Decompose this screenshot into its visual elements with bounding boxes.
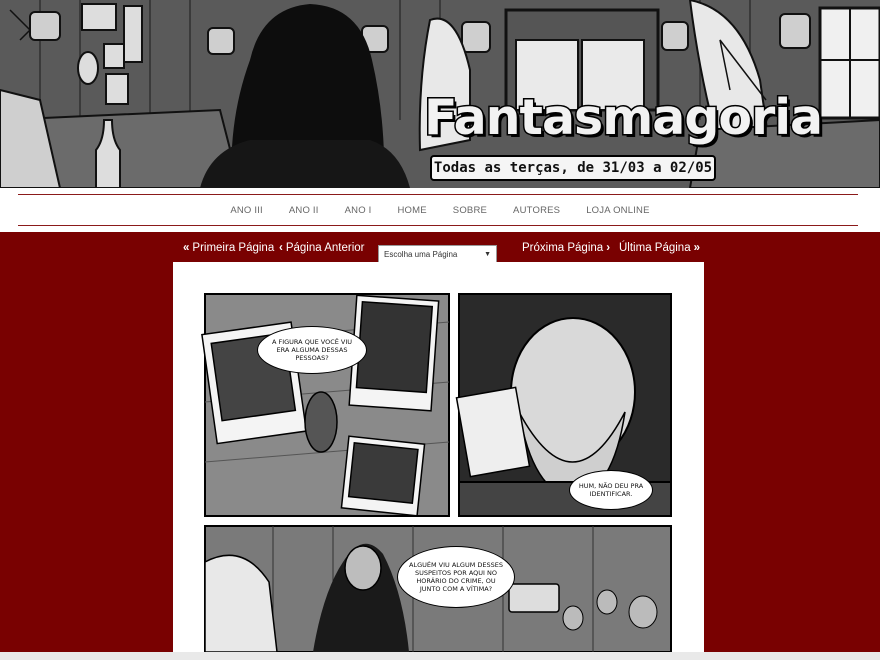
nav-item-autores[interactable]: AUTORES [500, 205, 573, 216]
page-navigation: «Primeira Página ‹ Página Anterior Escolh… [0, 240, 880, 264]
speech-bubble-panel-1: A figura que você viu era alguma dessas … [257, 326, 367, 374]
nav-item-ano-iii[interactable]: ANO III [217, 205, 276, 216]
next-page-label: Próxima Página [522, 242, 604, 254]
speech-bubble-panel-2: Hum, não deu pra identificar. [569, 470, 653, 510]
speech-bubble-panel-3: Alguém viu algum desses suspeitos por aq… [397, 546, 515, 608]
site-logo[interactable]: Fantasmagoria [423, 88, 825, 148]
first-page-link[interactable]: «Primeira Página [180, 242, 274, 254]
header-banner: Fantasmagoria Todas as terças, de 31/03 … [0, 0, 880, 188]
banner-tagline: Todas as terças, de 31/03 a 02/05 [430, 155, 716, 181]
nav-divider-bottom [18, 225, 858, 226]
comic-viewer: «Primeira Página ‹ Página Anterior Escolh… [0, 232, 880, 652]
chevron-left-icon: ‹ [279, 242, 283, 254]
bottom-status-strip [0, 652, 880, 660]
dropdown-caret-icon: ▼ [484, 251, 491, 258]
nav-item-loja-online[interactable]: LOJA ONLINE [573, 205, 662, 216]
nav-item-home[interactable]: HOME [384, 205, 439, 216]
double-chevron-left-icon: « [183, 242, 190, 254]
nav-menu: ANO III ANO II ANO I HOME SOBRE AUTORES … [0, 195, 880, 225]
next-page-link[interactable]: Próxima Página › [522, 242, 613, 254]
nav-item-ano-i[interactable]: ANO I [332, 205, 385, 216]
page-select-label: Escolha uma Página [384, 250, 458, 259]
last-page-label: Última Página [619, 242, 691, 254]
nav-item-ano-ii[interactable]: ANO II [276, 205, 332, 216]
main-navigation: ANO III ANO II ANO I HOME SOBRE AUTORES … [0, 188, 880, 232]
last-page-link[interactable]: Última Página» [619, 242, 703, 254]
double-chevron-right-icon: » [693, 242, 700, 254]
comic-page-image: A figura que você viu era alguma dessas … [173, 262, 704, 652]
chevron-right-icon: › [606, 242, 611, 254]
nav-item-sobre[interactable]: SOBRE [440, 205, 500, 216]
previous-page-link[interactable]: ‹ Página Anterior [276, 242, 364, 254]
first-page-label: Primeira Página [192, 242, 275, 254]
previous-page-label: Página Anterior [285, 242, 365, 254]
